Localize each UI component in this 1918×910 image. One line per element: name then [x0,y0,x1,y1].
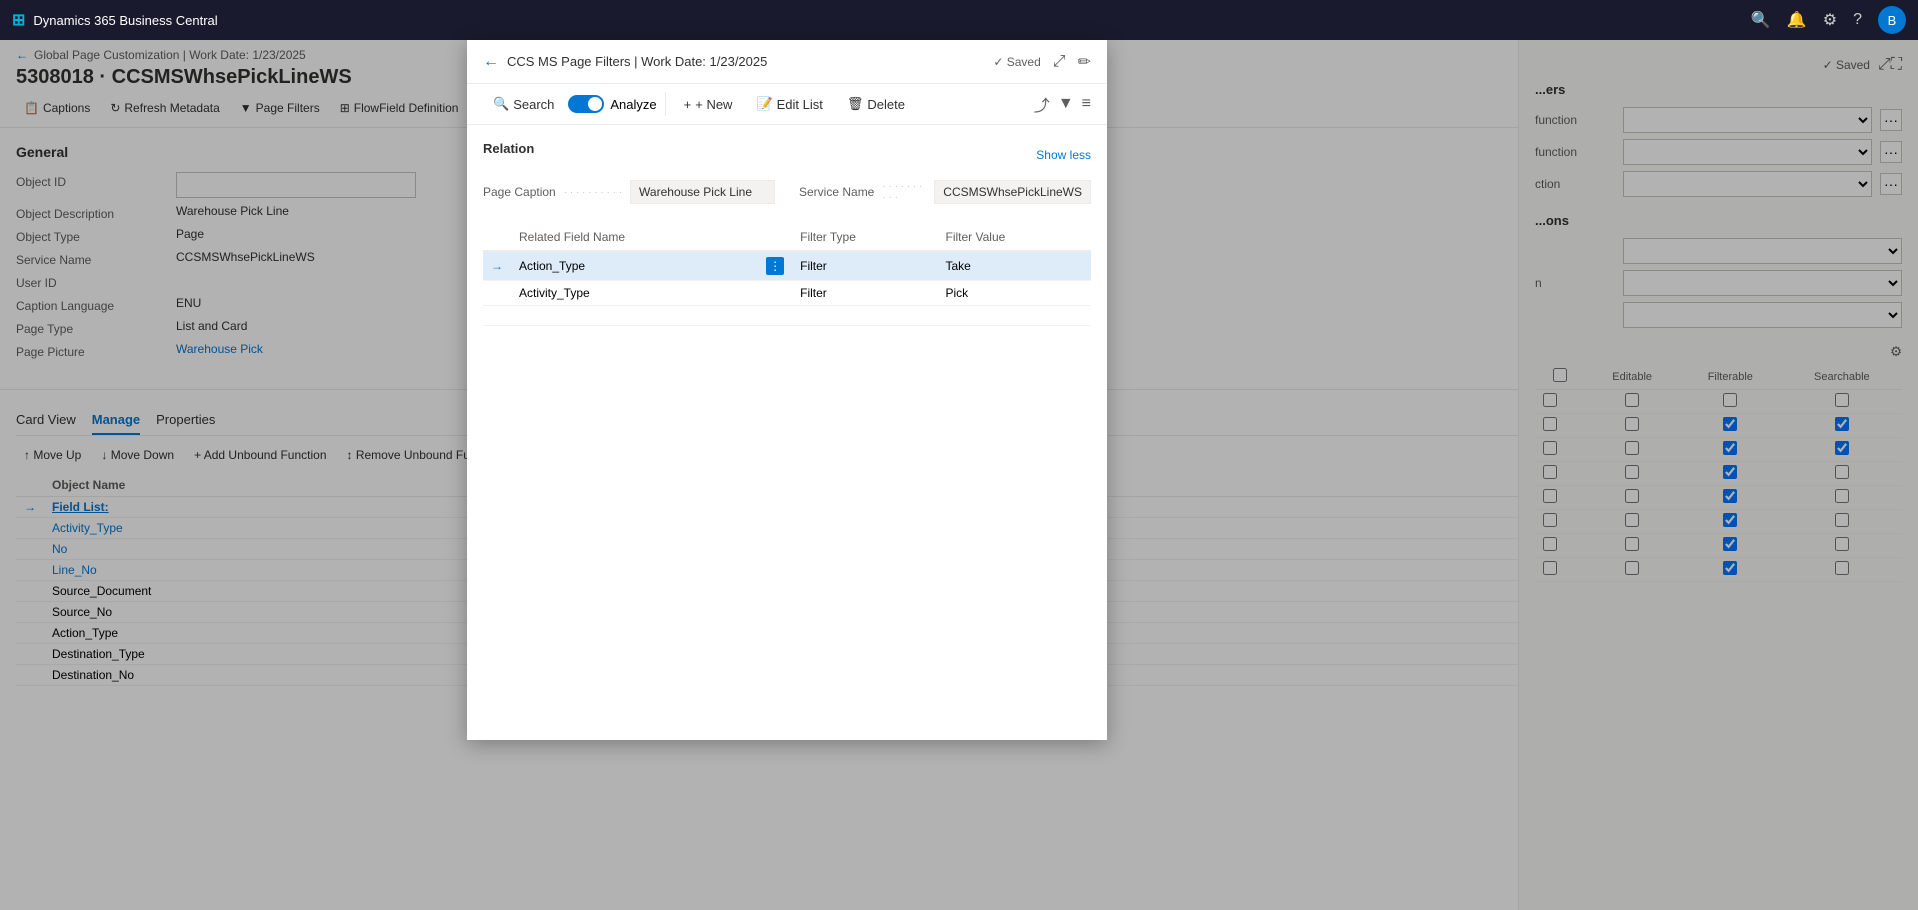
edit-list-icon: 📝 [756,96,772,112]
col-row-indicator [483,224,511,251]
filter-value-1: Take [937,251,1091,281]
activity-type-field[interactable]: Activity_Type [511,281,758,306]
filter-type-2: Filter [792,281,937,306]
search-icon[interactable]: 🔍 [1751,10,1771,30]
modal-more-icon[interactable]: ≡ [1082,95,1091,113]
filter-type-1: Filter [792,251,937,281]
row-arrow-1: → [483,251,511,281]
show-less-link[interactable]: Show less [1036,148,1091,162]
share-icon[interactable]: ⤴ [1034,92,1050,116]
modal-body: Relation Show less Page Caption · · · · … [467,125,1107,740]
modal-delete-button[interactable]: 🗑 Delete [837,92,915,116]
user-avatar[interactable]: B [1878,6,1906,34]
service-name-value: CCSMSWhsePickLineWS [934,180,1091,204]
filter-value-2: Pick [937,281,1091,306]
more-button-1[interactable]: ⋮ [766,257,784,275]
modal-header-right: ✓ Saved ⤢ ✏ [993,52,1091,72]
help-icon[interactable]: ? [1853,11,1862,29]
relation-fields: Page Caption · · · · · · · · · · Warehou… [483,180,1091,204]
modal-toolbar: 🔍 Search Analyze + + New 📝 Edit List 🗑 D… [467,84,1107,125]
delete-icon: 🗑 [847,96,864,112]
action-type-field[interactable]: Action_Type [511,251,758,281]
filter-row-action-type[interactable]: → Action_Type ⋮ Filter Take [483,251,1091,281]
col-filter-type: Filter Type [792,224,937,251]
analyze-toggle: Analyze [568,95,656,113]
modal-new-button[interactable]: + + New [674,93,743,116]
filter-row-activity-type[interactable]: Activity_Type Filter Pick [483,281,1091,306]
col-actions [758,224,792,251]
modal-overlay: ← CCS MS Page Filters | Work Date: 1/23/… [0,40,1918,910]
empty-row [483,306,1091,326]
modal-header-left: ← CCS MS Page Filters | Work Date: 1/23/… [483,53,767,71]
top-nav-icons: 🔍 🔔 ⚙ ? B [1751,6,1906,34]
d365-logo: ⊞ [12,10,25,30]
page-caption-value: Warehouse Pick Line [630,180,775,204]
col-related-field-name: Related Field Name [511,224,758,251]
modal-back-button[interactable]: ← [483,53,499,71]
modal-toolbar-right: ⤴ ▼ ≡ [1034,92,1091,116]
more-cell-2 [758,281,792,306]
modal-saved-indicator: ✓ Saved [993,55,1040,69]
modal-search-button[interactable]: 🔍 Search [483,92,564,116]
col-filter-value: Filter Value [937,224,1091,251]
search-icon: 🔍 [493,96,509,112]
app-name-area: ⊞ Dynamics 365 Business Central [12,10,218,30]
modal-title: CCS MS Page Filters | Work Date: 1/23/20… [507,54,767,69]
notification-icon[interactable]: 🔔 [1787,10,1807,30]
modal-expand-button[interactable]: ⤢ [1053,53,1066,71]
page-caption-dots: · · · · · · · · · · [564,187,622,198]
settings-icon[interactable]: ⚙ [1823,10,1837,30]
modal-filters-table: Related Field Name Filter Type Filter Va… [483,224,1091,326]
app-title: Dynamics 365 Business Central [33,13,217,28]
analyze-toggle-switch[interactable] [568,95,604,113]
page-caption-field: Page Caption · · · · · · · · · · Warehou… [483,180,775,204]
relation-title: Relation [483,141,534,156]
modal-header: ← CCS MS Page Filters | Work Date: 1/23/… [467,40,1107,84]
relation-section: Relation Show less Page Caption · · · · … [483,141,1091,204]
modal-edit-list-button[interactable]: 📝 Edit List [746,92,832,116]
service-name-dots: · · · · · · · · · · [882,181,926,203]
toolbar-separator [665,92,666,116]
new-icon: + [684,97,692,112]
analyze-label: Analyze [610,97,656,112]
top-nav: ⊞ Dynamics 365 Business Central 🔍 🔔 ⚙ ? … [0,0,1918,40]
service-name-label: Service Name [799,185,874,199]
modal-filter-icon[interactable]: ▼ [1058,95,1074,113]
service-name-field: Service Name · · · · · · · · · · CCSMSWh… [799,180,1091,204]
modal-dialog: ← CCS MS Page Filters | Work Date: 1/23/… [467,40,1107,740]
page-caption-label: Page Caption [483,185,556,199]
row-arrow-2 [483,281,511,306]
modal-fullscreen-button[interactable]: ✏ [1078,52,1091,72]
